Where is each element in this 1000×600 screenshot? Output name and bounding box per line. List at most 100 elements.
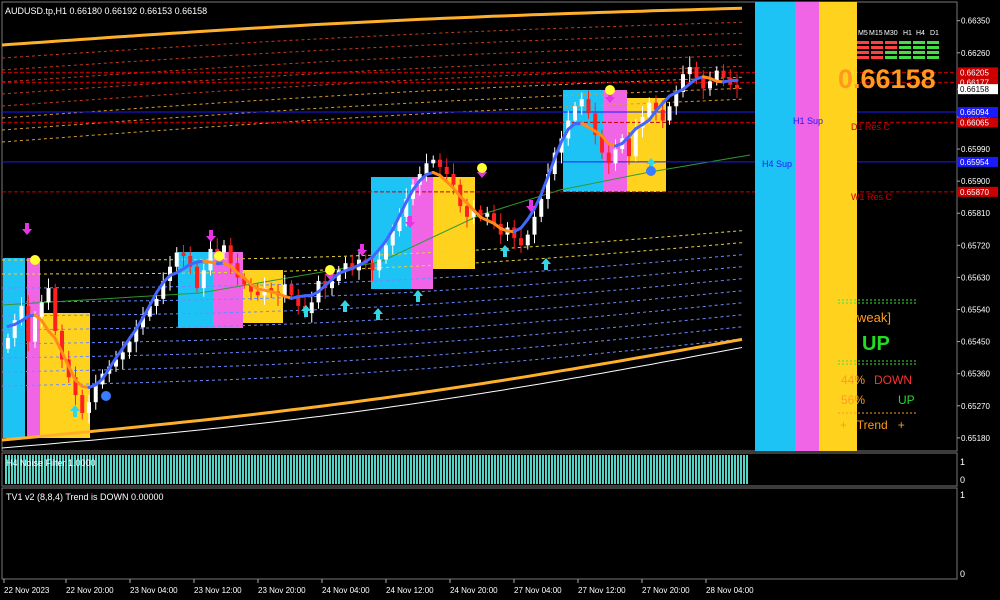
histogram-bar xyxy=(224,455,226,484)
histogram-bar xyxy=(746,455,748,484)
price-label-text: 0.66205 xyxy=(960,68,989,77)
candle-body xyxy=(465,206,469,217)
histogram-bar xyxy=(461,455,463,484)
price-tick-label: 0.65810 xyxy=(961,209,990,218)
zone-box-5 xyxy=(243,270,283,323)
histogram-bar xyxy=(581,455,583,484)
histogram-bar xyxy=(452,455,454,484)
tf-bar xyxy=(913,41,925,44)
histogram-bar xyxy=(638,455,640,484)
histogram-bar xyxy=(149,455,151,484)
histogram-bar xyxy=(509,455,511,484)
candle-body xyxy=(33,316,37,342)
candle-body xyxy=(451,174,456,185)
strength-label: weak] xyxy=(856,310,891,325)
price-tick-label: 0.65540 xyxy=(961,306,990,315)
histogram-bar xyxy=(440,455,442,484)
histogram-bar xyxy=(596,455,598,484)
histogram-bar xyxy=(653,455,655,484)
histogram-bar xyxy=(338,455,340,484)
histogram-bar xyxy=(566,455,568,484)
histogram-bar xyxy=(344,455,346,484)
histogram-bar xyxy=(554,455,556,484)
histogram-bar xyxy=(215,455,217,484)
histogram-bar xyxy=(473,455,475,484)
histogram-bar xyxy=(692,455,694,484)
histogram-bar xyxy=(497,455,499,484)
price-tick-label: 0.65630 xyxy=(961,273,990,282)
level-h1-sup: H1 Sup xyxy=(793,116,823,126)
candle-body xyxy=(708,81,712,89)
time-tick-label: 28 Nov 04:00 xyxy=(706,586,754,595)
tf-bar xyxy=(927,46,939,49)
histogram-bar xyxy=(488,455,490,484)
histogram-bar xyxy=(689,455,691,484)
histogram-bar xyxy=(614,455,616,484)
histogram-bar xyxy=(302,455,304,484)
histogram-bar xyxy=(164,455,166,484)
histogram-bar xyxy=(530,455,532,484)
histogram-bar xyxy=(284,455,286,484)
histogram-bar xyxy=(644,455,646,484)
price-tick-label: 0.66350 xyxy=(961,17,990,26)
histogram-bar xyxy=(464,455,466,484)
price-tick-label: 0.66260 xyxy=(961,49,990,58)
histogram-bar xyxy=(611,455,613,484)
histogram-bar xyxy=(704,455,706,484)
histogram-bar xyxy=(371,455,373,484)
histogram-bar xyxy=(245,455,247,484)
histogram-bar xyxy=(446,455,448,484)
histogram-bar xyxy=(128,455,130,484)
candle-body xyxy=(519,238,523,246)
time-tick-label: 22 Nov 2023 xyxy=(4,586,50,595)
candle-body xyxy=(424,163,429,175)
histogram-bar xyxy=(719,455,721,484)
histogram-bar xyxy=(374,455,376,484)
time-tick-label: 27 Nov 04:00 xyxy=(514,586,562,595)
histogram-bar xyxy=(680,455,682,484)
histogram-bar xyxy=(281,455,283,484)
down-label: DOWN xyxy=(874,373,912,387)
histogram-bar xyxy=(608,455,610,484)
histogram-bar xyxy=(392,455,394,484)
histogram-bar xyxy=(536,455,538,484)
tf-bar xyxy=(899,41,911,44)
histogram-bar xyxy=(206,455,208,484)
histogram-bar xyxy=(443,455,445,484)
trading-chart[interactable]: H1 Sup D1 Res C H4 Sup W1 Res C M5 M15 M… xyxy=(0,0,1000,600)
histogram-bar xyxy=(293,455,295,484)
histogram-bar xyxy=(320,455,322,484)
histogram-bar xyxy=(335,455,337,484)
candle-body xyxy=(222,245,226,253)
tf-bar xyxy=(927,56,939,59)
subpane-2-tick-1: 1 xyxy=(960,490,965,500)
histogram-bar xyxy=(659,455,661,484)
histogram-bar xyxy=(401,455,403,484)
histogram-bar xyxy=(716,455,718,484)
histogram-bar xyxy=(290,455,292,484)
candle-body xyxy=(647,102,652,117)
candle-body xyxy=(579,99,584,107)
subpane-1-label: H4 Noise Filter 1.0000 xyxy=(6,458,96,468)
histogram-bar xyxy=(623,455,625,484)
yellow-dot-2 xyxy=(325,265,335,275)
histogram-bar xyxy=(515,455,517,484)
histogram-bar xyxy=(593,455,595,484)
candle-body xyxy=(613,149,618,164)
tf-h4: H4 xyxy=(916,30,925,37)
histogram-bar xyxy=(140,455,142,484)
histogram-bar xyxy=(542,455,544,484)
price-label-text: 0.66094 xyxy=(960,108,989,117)
candle-body xyxy=(93,384,98,403)
histogram-bar xyxy=(470,455,472,484)
histogram-bar xyxy=(590,455,592,484)
candle-body xyxy=(174,252,179,267)
candle-body xyxy=(525,234,530,246)
candle-body xyxy=(255,291,260,296)
tf-m30: M30 xyxy=(884,30,898,37)
price-tick-label: 0.65990 xyxy=(961,145,990,154)
histogram-bar xyxy=(476,455,478,484)
candle-body xyxy=(370,263,375,271)
histogram-bar xyxy=(494,455,496,484)
tf-bar xyxy=(927,51,939,54)
